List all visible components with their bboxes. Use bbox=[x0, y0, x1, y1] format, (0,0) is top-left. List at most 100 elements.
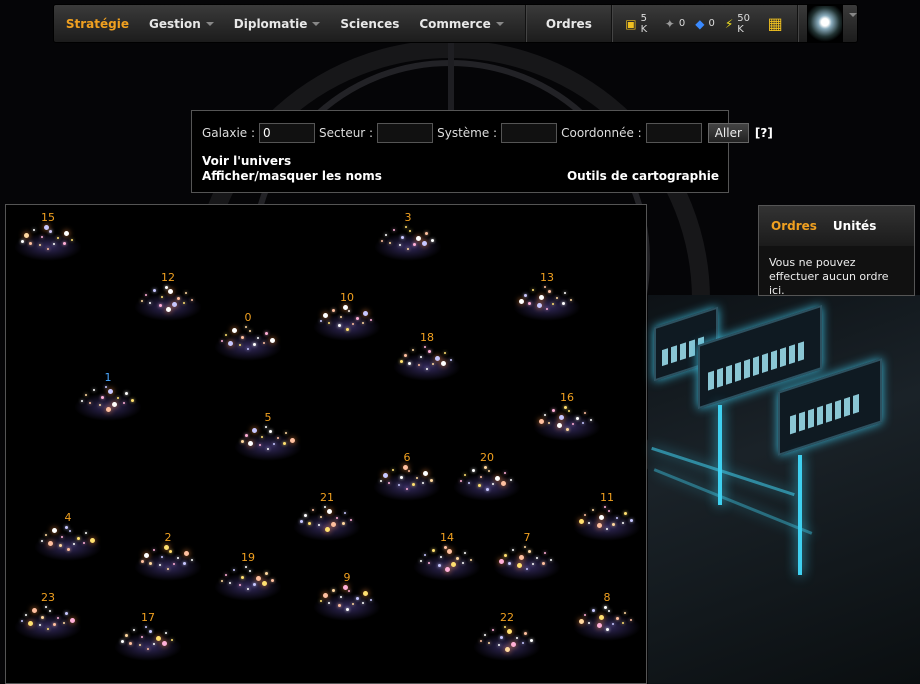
star-system[interactable] bbox=[161, 640, 167, 646]
star-system[interactable] bbox=[504, 626, 506, 628]
star-system[interactable] bbox=[564, 292, 566, 294]
star-system[interactable] bbox=[603, 605, 607, 609]
star-system[interactable] bbox=[89, 402, 91, 404]
star-system[interactable] bbox=[548, 422, 550, 424]
star-system[interactable] bbox=[145, 294, 147, 296]
star-system[interactable] bbox=[450, 561, 456, 567]
star-system[interactable] bbox=[389, 242, 391, 244]
star-system[interactable] bbox=[191, 559, 193, 561]
star-system[interactable] bbox=[591, 608, 595, 612]
star-system[interactable] bbox=[547, 289, 551, 293]
star-system[interactable] bbox=[596, 622, 602, 628]
star-system[interactable] bbox=[350, 519, 352, 521]
star-system[interactable] bbox=[352, 323, 354, 325]
star-system[interactable] bbox=[464, 552, 466, 554]
secteur-input[interactable] bbox=[377, 123, 434, 143]
star-system[interactable] bbox=[282, 441, 286, 445]
star-system[interactable] bbox=[510, 641, 516, 647]
star-system[interactable] bbox=[516, 562, 522, 568]
star-system[interactable] bbox=[420, 560, 422, 562]
star-system[interactable] bbox=[93, 389, 95, 391]
star-system[interactable] bbox=[320, 516, 322, 518]
star-system[interactable] bbox=[47, 628, 49, 630]
star-system[interactable] bbox=[510, 479, 512, 481]
star-system[interactable] bbox=[149, 302, 151, 304]
star-system[interactable] bbox=[409, 230, 411, 232]
star-system[interactable] bbox=[552, 303, 554, 305]
star-system[interactable] bbox=[582, 422, 584, 424]
star-system[interactable] bbox=[608, 610, 610, 612]
star-system[interactable] bbox=[48, 229, 52, 233]
star-system[interactable] bbox=[45, 606, 47, 608]
star-system[interactable] bbox=[498, 644, 500, 646]
star-system[interactable] bbox=[244, 433, 248, 437]
star-system[interactable] bbox=[252, 342, 256, 346]
star-system[interactable] bbox=[285, 432, 287, 434]
star-system[interactable] bbox=[63, 230, 69, 236]
star-system[interactable] bbox=[312, 509, 314, 511]
star-system[interactable] bbox=[590, 419, 592, 421]
star-system[interactable] bbox=[83, 542, 85, 544]
star-system[interactable] bbox=[450, 359, 452, 361]
star-system[interactable] bbox=[480, 640, 482, 642]
star-system[interactable] bbox=[105, 386, 107, 388]
star-system[interactable] bbox=[418, 364, 420, 366]
star-system[interactable] bbox=[471, 468, 475, 472]
star-system[interactable] bbox=[139, 644, 141, 646]
star-system[interactable] bbox=[426, 368, 428, 370]
star-system[interactable] bbox=[544, 414, 546, 416]
star-system[interactable] bbox=[407, 361, 411, 365]
galaxy-map[interactable]: 15 3 12 13 0 10 18 1 16 5 6 20 21 11 4 2 19 14 7 23 9 17 22 8 bbox=[5, 204, 647, 684]
star-system[interactable] bbox=[331, 588, 335, 592]
star-system[interactable] bbox=[503, 553, 507, 557]
star-system[interactable] bbox=[440, 556, 442, 558]
star-system[interactable] bbox=[173, 563, 175, 565]
star-system[interactable] bbox=[344, 512, 346, 514]
star-system[interactable] bbox=[25, 614, 27, 616]
star-system[interactable] bbox=[168, 549, 172, 553]
nav-commerce[interactable]: Commerce bbox=[409, 5, 513, 42]
star-system[interactable] bbox=[498, 558, 504, 564]
avatar[interactable] bbox=[807, 4, 843, 43]
star-system[interactable] bbox=[147, 648, 149, 650]
star-system[interactable] bbox=[261, 580, 267, 586]
star-system[interactable] bbox=[527, 301, 531, 305]
star-system[interactable] bbox=[183, 302, 185, 304]
star-system[interactable] bbox=[506, 628, 512, 634]
star-system[interactable] bbox=[167, 288, 173, 294]
star-system[interactable] bbox=[570, 299, 572, 301]
star-system[interactable] bbox=[107, 388, 113, 394]
star-system[interactable] bbox=[123, 402, 125, 404]
star-system[interactable] bbox=[31, 607, 37, 613]
star-system[interactable] bbox=[392, 469, 394, 471]
star-system[interactable] bbox=[421, 240, 427, 246]
star-system[interactable] bbox=[443, 545, 447, 549]
star-system[interactable] bbox=[273, 443, 275, 445]
star-system[interactable] bbox=[249, 570, 251, 572]
star-system[interactable] bbox=[133, 629, 135, 631]
tab-unites[interactable]: Unités bbox=[833, 219, 876, 233]
star-system[interactable] bbox=[303, 513, 307, 517]
nav-diplomatie[interactable]: Diplomatie bbox=[224, 5, 331, 42]
nav-strategie[interactable]: Stratégie bbox=[56, 5, 139, 42]
star-system[interactable] bbox=[345, 607, 349, 611]
star-system[interactable] bbox=[111, 401, 117, 407]
star-system[interactable] bbox=[105, 406, 111, 412]
star-system[interactable] bbox=[39, 624, 41, 626]
star-system[interactable] bbox=[239, 344, 241, 346]
star-system[interactable] bbox=[446, 548, 452, 554]
star-system[interactable] bbox=[485, 487, 489, 491]
star-system[interactable] bbox=[606, 528, 608, 530]
star-system[interactable] bbox=[568, 410, 570, 412]
star-system[interactable] bbox=[440, 360, 446, 366]
star-system[interactable] bbox=[165, 632, 167, 634]
star-system[interactable] bbox=[33, 229, 35, 231]
star-system[interactable] bbox=[76, 536, 80, 540]
star-system[interactable] bbox=[163, 544, 169, 550]
star-system[interactable] bbox=[370, 319, 372, 321]
star-system[interactable] bbox=[565, 427, 569, 431]
star-system[interactable] bbox=[225, 574, 227, 576]
star-system[interactable] bbox=[263, 342, 265, 344]
voir-univers-link[interactable]: Voir l'univers bbox=[202, 154, 291, 168]
help-link[interactable]: [?] bbox=[755, 126, 773, 140]
